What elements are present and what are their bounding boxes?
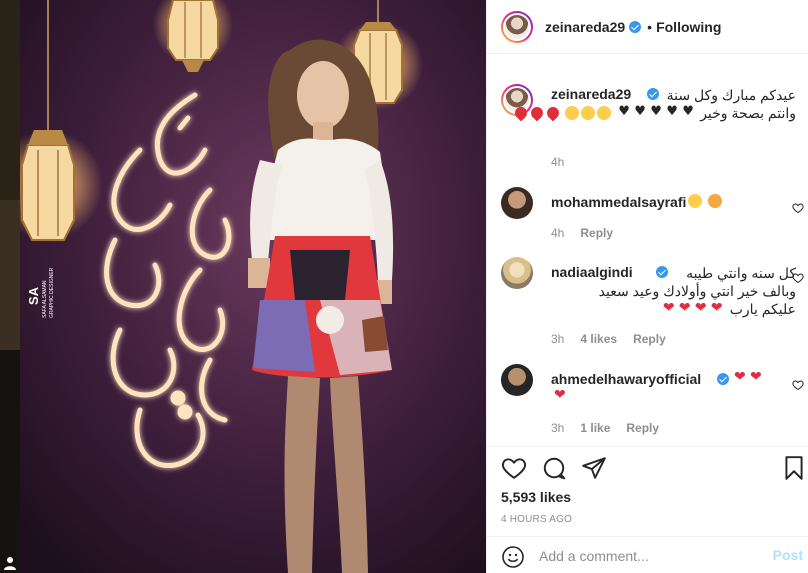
black-heart-icon	[665, 104, 679, 120]
following-button[interactable]: Following	[656, 19, 721, 35]
reply-button[interactable]: Reply	[626, 421, 659, 435]
comment-line3: عليكم يارب	[662, 300, 796, 318]
comment-username[interactable]: nadiaalgindi	[551, 264, 633, 280]
watermark-initials: SA	[26, 286, 41, 305]
comment-meta: 3h 1 like Reply	[551, 421, 659, 435]
like-comment-heart-icon[interactable]	[792, 202, 804, 214]
comment-username[interactable]: mohammedalsayrafi	[551, 194, 686, 210]
bookmark-icon[interactable]	[781, 455, 807, 481]
red-heart-icon	[663, 300, 677, 316]
caption-username[interactable]: zeinareda29	[551, 86, 631, 102]
post-timestamp[interactable]: 4 HOURS AGO	[501, 514, 572, 525]
comment-time[interactable]: 3h	[551, 332, 564, 346]
caption-text-line2: وانتم بصحة وخير	[700, 105, 796, 121]
comment-avatar[interactable]	[501, 257, 533, 289]
reply-button[interactable]: Reply	[633, 332, 666, 346]
post-actions	[487, 446, 808, 486]
balloon-icon	[512, 104, 529, 122]
add-comment-bar: Post	[487, 536, 808, 573]
comment-text-line2: وبالف خير انتي وأولادك وعيد سعيد	[598, 283, 796, 299]
comment-input[interactable]	[539, 545, 759, 567]
caption-time[interactable]: 4h	[551, 155, 564, 169]
bg-block	[0, 350, 20, 573]
comment-meta: 4h Reply	[551, 226, 613, 240]
party-face-icon	[565, 106, 580, 120]
share-icon[interactable]	[581, 455, 607, 481]
comment-emojis	[687, 193, 723, 209]
like-comment-heart-icon[interactable]	[792, 379, 804, 391]
hands-icon	[707, 194, 722, 208]
comment-text-line1: كل سنه وانتي طيبه	[686, 265, 796, 281]
verified-badge-icon	[717, 373, 729, 385]
red-heart-icon	[695, 300, 709, 316]
watermark-line2: GRAPHIC DESIGNER	[49, 267, 55, 318]
comment-likes[interactable]: 4 likes	[580, 332, 617, 346]
black-heart-icon	[681, 104, 695, 120]
comment-avatar[interactable]	[501, 187, 533, 219]
post-header: zeinareda29 • Following	[487, 0, 808, 54]
black-heart-icon	[633, 104, 647, 120]
comment-time[interactable]: 3h	[551, 421, 564, 435]
post-image[interactable]: SA SAFA ALSAMAN GRAPHIC DESIGNER	[20, 0, 486, 573]
likes-count[interactable]: 5,593 likes	[501, 489, 571, 505]
verified-badge-icon	[656, 266, 668, 278]
post-panel: zeinareda29 • Following zeinareda29 عيدك…	[486, 0, 808, 573]
comment-icon[interactable]	[541, 455, 567, 481]
comment-time[interactable]: 4h	[551, 226, 564, 240]
comment-emojis	[733, 369, 765, 386]
comment-likes[interactable]: 1 like	[580, 421, 610, 435]
separator-dot: •	[647, 18, 653, 35]
caption-text-line1: عيدكم مبارك وكل سنة	[666, 87, 796, 103]
red-heart-icon	[679, 300, 693, 316]
user-tag-icon[interactable]	[4, 556, 16, 570]
avatar[interactable]	[501, 10, 533, 43]
heart-icon[interactable]	[501, 455, 527, 481]
red-heart-icon	[711, 300, 725, 316]
watermark-line1: SAFA ALSAMAN	[42, 280, 48, 318]
comments-list[interactable]: zeinareda29 عيدكم مبارك وكل سنة وانتم بص…	[487, 55, 808, 440]
comment-emojis	[553, 387, 569, 404]
reply-button[interactable]: Reply	[580, 226, 613, 240]
comment-username[interactable]: ahmedelhawaryofficial	[551, 371, 701, 387]
red-heart-icon	[554, 387, 568, 403]
black-heart-icon	[617, 104, 631, 120]
bg-block	[0, 200, 20, 350]
caption-line2: وانتم بصحة وخير	[512, 104, 796, 122]
verified-badge-icon	[647, 88, 659, 100]
party-face-icon	[597, 106, 612, 120]
header-username[interactable]: zeinareda29	[545, 19, 625, 35]
star-eyes-face-icon	[688, 194, 702, 208]
bg-block	[0, 0, 20, 200]
red-heart-icon	[750, 369, 764, 385]
post-button[interactable]: Post	[773, 547, 803, 563]
smiley-icon[interactable]	[501, 545, 525, 569]
background-page	[0, 0, 20, 573]
red-heart-icon	[734, 369, 748, 385]
black-heart-icon	[649, 104, 663, 120]
comment-avatar[interactable]	[501, 364, 533, 396]
verified-badge-icon	[629, 20, 642, 33]
like-comment-heart-icon[interactable]	[792, 272, 804, 284]
comment-meta: 3h 4 likes Reply	[551, 332, 666, 346]
comment-text-line3: عليكم يارب	[729, 301, 796, 317]
avatar-photo	[503, 12, 531, 41]
party-face-icon	[581, 106, 596, 120]
balloon-icon	[544, 104, 561, 122]
balloon-icon	[528, 104, 545, 122]
